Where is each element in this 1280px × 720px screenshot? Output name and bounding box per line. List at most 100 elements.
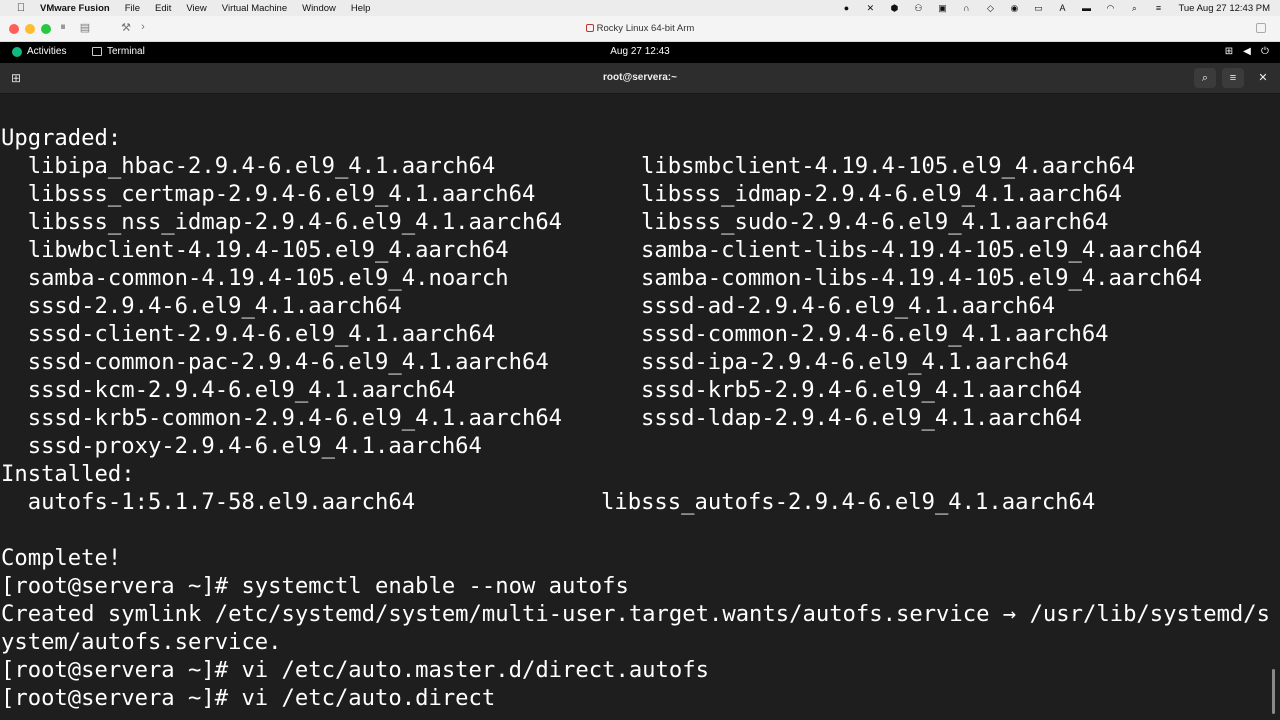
close-icon: ✕ — [1258, 72, 1268, 84]
volume-icon: ◀ — [1243, 46, 1251, 57]
terminal-line-col2: libsmbclient-4.19.4-105.el9_4.aarch64 — [641, 153, 1136, 179]
terminal-line: libipa_hbac-2.9.4-6.el9_4.1.aarch64 libsm… — [1, 152, 1270, 180]
terminal-headerbar: ⊞ root@servera:~ ⌕ ≡ ✕ — [0, 63, 1280, 94]
terminal-line: Complete! — [1, 544, 1270, 572]
terminal-line: autofs-1:5.1.7-58.el9.aarch64 libsss_auto… — [1, 488, 1270, 516]
input-source-icon[interactable]: A — [1056, 3, 1068, 13]
terminal-line-text: [root@servera ~]# vi /etc/auto.direct — [1, 685, 496, 711]
terminal-line: libsss_certmap-2.9.4-6.el9_4.1.aarch64 li… — [1, 180, 1270, 208]
headphones-icon[interactable]: ∩ — [960, 3, 972, 13]
control-center-icon[interactable]: ≡ — [1152, 3, 1164, 13]
terminal-line-text: ystem/autofs.service. — [1, 629, 282, 655]
scrollbar-thumb[interactable] — [1272, 669, 1275, 714]
search-button[interactable]: ⌕ — [1194, 68, 1216, 88]
terminal-line: sssd-2.9.4-6.el9_4.1.aarch64 sssd-ad-2.9.… — [1, 292, 1270, 320]
cube-icon[interactable]: ⬢ — [888, 3, 900, 13]
terminal-line: sssd-client-2.9.4-6.el9_4.1.aarch64 sssd-… — [1, 320, 1270, 348]
message-icon[interactable]: ▭ — [1032, 3, 1044, 13]
terminal-line-text: libipa_hbac-2.9.4-6.el9_4.1.aarch64 — [1, 153, 496, 179]
wifi-icon[interactable]: ◠ — [1104, 3, 1116, 13]
terminal-line: sssd-krb5-common-2.9.4-6.el9_4.1.aarch64… — [1, 404, 1270, 432]
menu-edit[interactable]: Edit — [155, 3, 171, 14]
vm-fullscreen-icon[interactable] — [1256, 23, 1266, 33]
menu-clock[interactable]: Tue Aug 27 12:43 PM — [1178, 3, 1270, 14]
gnome-clock[interactable]: Aug 27 12:43 — [0, 46, 1280, 57]
app-menu: VMware Fusion File Edit View Virtual Mac… — [40, 0, 385, 16]
network-icon: ⊞ — [1224, 46, 1234, 57]
terminal-line: libwbclient-4.19.4-105.el9_4.aarch64 samb… — [1, 236, 1270, 264]
menu-view[interactable]: View — [186, 3, 206, 14]
terminal-line: sssd-proxy-2.9.4-6.el9_4.1.aarch64 — [1, 432, 1270, 460]
terminal-line-text: Complete! — [1, 545, 122, 571]
terminal-line: [root@servera ~]# systemctl enable --now… — [1, 572, 1270, 600]
system-tray[interactable]: ⊞ ◀ ⏻ — [1216, 46, 1270, 57]
terminal-lines: Upgraded: libipa_hbac-2.9.4-6.el9_4.1.aa… — [1, 124, 1270, 712]
terminal-line-text: Installed: — [1, 461, 135, 487]
terminal-line: ystem/autofs.service. — [1, 628, 1270, 656]
menu-virtual-machine[interactable]: Virtual Machine — [222, 3, 287, 14]
eye-icon[interactable]: ◉ — [1008, 3, 1020, 13]
terminal-line-col2: sssd-krb5-2.9.4-6.el9_4.1.aarch64 — [641, 377, 1082, 403]
terminal-line-text: [root@servera ~]# systemctl enable --now… — [1, 573, 629, 599]
terminal-line-col2: samba-client-libs-4.19.4-105.el9_4.aarch… — [641, 237, 1203, 263]
terminal-line: sssd-common-pac-2.9.4-6.el9_4.1.aarch64 s… — [1, 348, 1270, 376]
people-icon[interactable]: ⚇ — [912, 3, 924, 13]
terminal-line: Upgraded: — [1, 124, 1270, 152]
terminal-line: Installed: — [1, 460, 1270, 488]
terminal-line-text: libsss_nss_idmap-2.9.4-6.el9_4.1.aarch64 — [1, 209, 563, 235]
power-icon: ⏻ — [1261, 46, 1269, 57]
menu-file[interactable]: File — [125, 3, 140, 14]
spotlight-search-icon[interactable]: ⌕ — [1128, 3, 1140, 13]
terminal-line: [root@servera ~]# vi /etc/auto.master.d/… — [1, 656, 1270, 684]
terminal-line-col2: libsss_sudo-2.9.4-6.el9_4.1.aarch64 — [641, 209, 1109, 235]
menu-help[interactable]: Help — [351, 3, 371, 14]
gnome-top-bar: Activities Terminal Aug 27 12:43 ⊞ ◀ ⏻ — [0, 42, 1280, 63]
vm-icon — [585, 24, 594, 32]
terminal-line: sssd-kcm-2.9.4-6.el9_4.1.aarch64 sssd-krb… — [1, 376, 1270, 404]
menu-app-name[interactable]: VMware Fusion — [40, 3, 110, 14]
terminal-line: Created symlink /etc/systemd/system/mult… — [1, 600, 1270, 628]
menu-icon: ≡ — [1229, 72, 1237, 84]
shield-icon[interactable]: ◇ — [984, 3, 996, 13]
terminal-line-col2: sssd-common-2.9.4-6.el9_4.1.aarch64 — [641, 321, 1109, 347]
app-icon[interactable]: ▣ — [936, 3, 948, 13]
terminal-line-text: sssd-krb5-common-2.9.4-6.el9_4.1.aarch64 — [1, 405, 563, 431]
terminal-title: root@servera:~ — [603, 72, 677, 83]
terminal-line-text: samba-common-4.19.4-105.el9_4.noarch — [1, 265, 509, 291]
vm-window-titlebar: ⏸ ▤ ⚒ › Rocky Linux 64-bit Arm — [0, 16, 1280, 42]
terminal-line-col2: sssd-ad-2.9.4-6.el9_4.1.aarch64 — [641, 293, 1056, 319]
record-icon[interactable]: ● — [840, 3, 852, 13]
terminal-line-text: sssd-common-pac-2.9.4-6.el9_4.1.aarch64 — [1, 349, 549, 375]
terminal-line-col2: libsss_autofs-2.9.4-6.el9_4.1.aarch64 — [601, 489, 1096, 515]
terminal-output[interactable]: Upgraded: libipa_hbac-2.9.4-6.el9_4.1.aa… — [0, 94, 1280, 720]
terminal-line-text: libsss_certmap-2.9.4-6.el9_4.1.aarch64 — [1, 181, 536, 207]
terminal-line-text: Upgraded: — [1, 125, 122, 151]
terminal-line-col2: samba-common-libs-4.19.4-105.el9_4.aarch… — [641, 265, 1203, 291]
terminal-line: samba-common-4.19.4-105.el9_4.noarch samb… — [1, 264, 1270, 292]
terminal-line-text: sssd-2.9.4-6.el9_4.1.aarch64 — [1, 293, 402, 319]
terminal-line: libsss_nss_idmap-2.9.4-6.el9_4.1.aarch64… — [1, 208, 1270, 236]
menu-extras: ● ✕ ⬢ ⚇ ▣ ∩ ◇ ◉ ▭ A ▬ ◠ ⌕ ≡ Tue Aug 27 1… — [828, 0, 1270, 16]
terminal-line-text: [root@servera ~]# vi /etc/auto.master.d/… — [1, 657, 709, 683]
battery-icon[interactable]: ▬ — [1080, 3, 1092, 13]
apple-logo-icon[interactable]:  — [14, 2, 28, 14]
terminal-line-col2: libsss_idmap-2.9.4-6.el9_4.1.aarch64 — [641, 181, 1122, 207]
terminal-line-text: sssd-kcm-2.9.4-6.el9_4.1.aarch64 — [1, 377, 456, 403]
terminal-line: [root@servera ~]# vi /etc/auto.direct — [1, 684, 1270, 712]
terminal-line-text: sssd-proxy-2.9.4-6.el9_4.1.aarch64 — [1, 433, 482, 459]
vm-window-title: Rocky Linux 64-bit Arm — [0, 23, 1280, 34]
terminal-line-text: sssd-client-2.9.4-6.el9_4.1.aarch64 — [1, 321, 496, 347]
terminal-line-text: autofs-1:5.1.7-58.el9.aarch64 — [1, 489, 416, 515]
terminal-line-col2: sssd-ldap-2.9.4-6.el9_4.1.aarch64 — [641, 405, 1082, 431]
vm-title-text: Rocky Linux 64-bit Arm — [596, 23, 695, 34]
terminal-line-text: Created symlink /etc/systemd/system/mult… — [1, 601, 1271, 627]
search-icon: ⌕ — [1201, 72, 1209, 84]
terminal-line-col2: sssd-ipa-2.9.4-6.el9_4.1.aarch64 — [641, 349, 1069, 375]
mute-icon[interactable]: ✕ — [864, 3, 876, 13]
menu-window[interactable]: Window — [302, 3, 336, 14]
close-button[interactable]: ✕ — [1252, 68, 1274, 88]
terminal-line-text: libwbclient-4.19.4-105.el9_4.aarch64 — [1, 237, 509, 263]
hamburger-menu-button[interactable]: ≡ — [1222, 68, 1244, 88]
macos-menu-bar:  VMware Fusion File Edit View Virtual M… — [0, 0, 1280, 16]
